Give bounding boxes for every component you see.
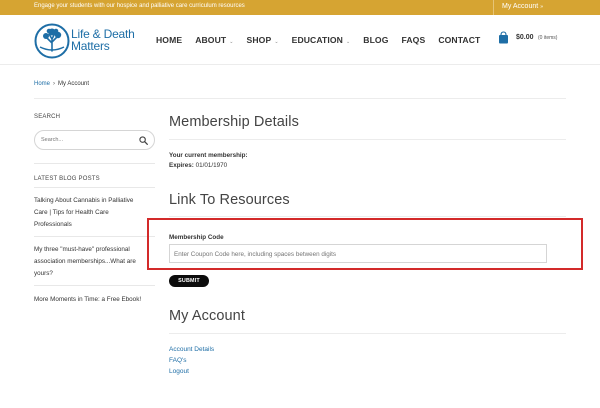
blog-post-link[interactable]: Talking About Cannabis in Palliative Car…	[34, 195, 155, 231]
membership-code-field[interactable]	[169, 244, 547, 263]
nav-home[interactable]: HOME	[156, 35, 182, 45]
nav-shop-label: SHOP	[246, 35, 272, 45]
logout-link[interactable]: Logout	[169, 368, 189, 375]
nav-faqs[interactable]: FAQS	[402, 35, 426, 45]
expires-label: Expires:	[169, 162, 194, 169]
chevron-right-icon: »	[540, 4, 543, 10]
membership-code-label: Membership Code	[169, 234, 224, 241]
nav-about[interactable]: ABOUT ⌄	[195, 35, 233, 45]
submit-button[interactable]: SUBMIT	[169, 275, 209, 287]
blog-post-link[interactable]: My three "must-have" professional associ…	[34, 244, 155, 280]
nav-blog-label: BLOG	[363, 35, 389, 45]
site-logo[interactable]: Life & Death Matters	[34, 23, 144, 59]
sidebar-divider	[34, 187, 155, 188]
sidebar-divider	[34, 236, 155, 237]
expires-line: Expires: 01/01/1970	[169, 162, 227, 169]
search-icon[interactable]	[139, 136, 148, 145]
logo-wordmark: Life & Death Matters	[71, 28, 135, 52]
blog-post-link[interactable]: More Moments in Time: a Free Ebook!	[34, 294, 155, 306]
link-to-resources-title: Link To Resources	[169, 192, 290, 208]
current-membership-label: Your current membership:	[169, 152, 248, 159]
account-details-link[interactable]: Account Details	[169, 346, 214, 353]
post-title-line: My three "must-have" professional	[34, 246, 130, 253]
post-title-line: Talking About Cannabis in Palliative	[34, 197, 134, 204]
breadcrumb-current: My Account	[58, 81, 90, 87]
expires-value: 01/01/1970	[195, 162, 228, 169]
section-divider	[169, 216, 566, 217]
nav-contact[interactable]: CONTACT	[438, 35, 480, 45]
chevron-down-icon: ⌄	[229, 39, 234, 45]
topbar-divider	[493, 0, 494, 15]
breadcrumb-separator-icon: ›	[53, 81, 56, 87]
current-membership-line: Your current membership:	[169, 152, 248, 159]
breadcrumb-home-link[interactable]: Home	[34, 81, 50, 87]
nav-shop[interactable]: SHOP ⌄	[247, 35, 279, 45]
nav-home-label: HOME	[156, 35, 183, 45]
shopping-bag-icon	[499, 31, 508, 44]
tree-globe-logo-icon	[34, 23, 70, 59]
chevron-down-icon: ⌄	[345, 39, 351, 45]
top-bar: Engage your students with our hospice an…	[0, 0, 600, 15]
breadcrumb: Home › My Account	[34, 81, 89, 87]
faqs-link[interactable]: FAQ's	[169, 357, 187, 364]
header-divider	[0, 64, 600, 65]
nav-faqs-label: FAQS	[401, 35, 426, 45]
post-title-line: Care | Tips for Health Care	[34, 209, 109, 216]
nav-education[interactable]: EDUCATION ⌄	[292, 35, 351, 45]
membership-code-input[interactable]	[174, 248, 540, 260]
my-account-label: My Account	[502, 3, 539, 10]
chevron-down-icon: ⌄	[274, 39, 279, 45]
search-heading: SEARCH	[34, 114, 61, 120]
post-title-line: More Moments in Time: a Free Ebook!	[34, 296, 142, 303]
logo-line-2: Matters	[71, 39, 110, 53]
nav-education-label: EDUCATION	[291, 35, 343, 45]
section-divider	[169, 139, 566, 140]
sidebar-divider	[34, 285, 155, 286]
sidebar-divider	[34, 163, 155, 164]
main-nav: HOME ABOUT ⌄ SHOP ⌄ EDUCATION ⌄ BLOG FAQS C…	[156, 35, 493, 45]
post-title-line: association memberships...What are	[34, 258, 136, 265]
section-divider	[169, 333, 566, 334]
site-header: Life & Death Matters HOME ABOUT ⌄ SHOP ⌄ E…	[0, 15, 600, 65]
my-account-title: My Account	[169, 308, 245, 324]
promo-text[interactable]: Engage your students with our hospice an…	[34, 3, 245, 9]
post-title-line: yours?	[34, 270, 53, 277]
cart-item-count: (0 items)	[538, 35, 558, 41]
latest-posts-heading: LATEST BLOG POSTS	[34, 176, 100, 182]
nav-contact-label: CONTACT	[438, 35, 481, 45]
mini-cart[interactable]: $0.00 (0 items)	[498, 31, 568, 47]
search-field[interactable]	[34, 130, 155, 150]
nav-blog[interactable]: BLOG	[363, 35, 388, 45]
cart-amount: $0.00	[516, 34, 534, 41]
search-input[interactable]	[41, 134, 136, 146]
nav-about-label: ABOUT	[195, 35, 227, 45]
my-account-link[interactable]: My Account»	[502, 3, 543, 10]
membership-details-title: Membership Details	[169, 114, 299, 130]
breadcrumb-divider	[34, 98, 566, 99]
post-title-line: Professionals	[34, 221, 72, 228]
